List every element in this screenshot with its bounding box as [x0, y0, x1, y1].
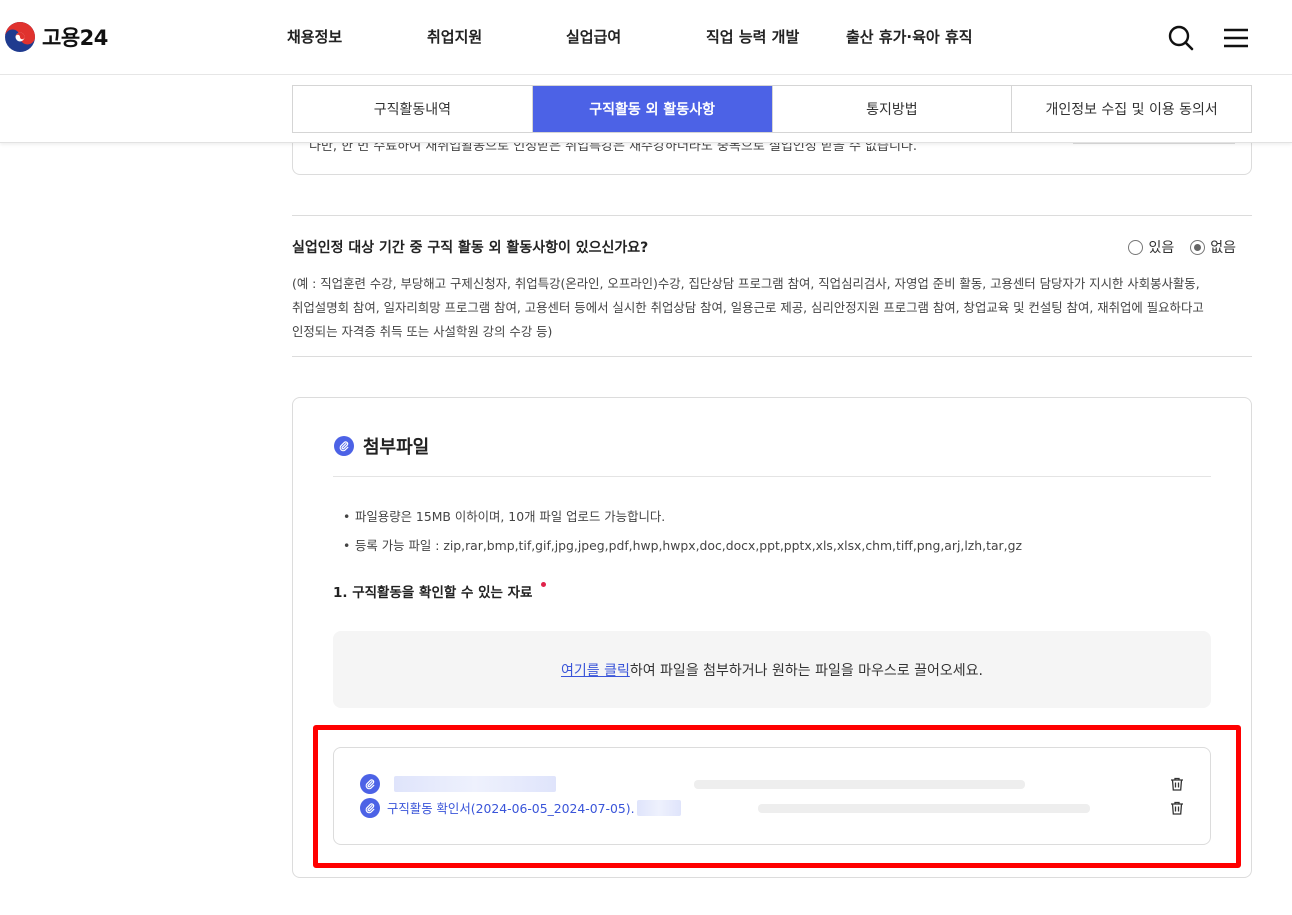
- paperclip-icon: [360, 774, 380, 794]
- redacted-filename: [636, 800, 681, 816]
- taegeuk-logo-icon: [5, 22, 35, 52]
- attachment-card: 첨부파일 • 파일용량은 15MB 이하이며, 10개 파일 업로드 가능합니다.…: [292, 397, 1252, 878]
- note-text: 파일용량은 15MB 이하이며, 10개 파일 업로드 가능합니다.: [355, 509, 666, 524]
- radio-no-indicator[interactable]: [1190, 239, 1206, 255]
- redacted-filename: [394, 776, 556, 792]
- description-line: 인정되는 자격증 취득 또는 사설학원 강의 수강 등): [292, 324, 553, 339]
- hamburger-menu-icon[interactable]: [1221, 23, 1251, 53]
- tab-notification-method[interactable]: 통지방법: [773, 86, 1013, 132]
- attachment-title: 첨부파일: [363, 437, 430, 458]
- divider: [333, 476, 1211, 477]
- other-activity-question: 실업인정 대상 기간 중 구직 활동 외 활동사항이 있으신가요? 있음 없음 …: [292, 215, 1252, 357]
- activity-radio-group: 있음 없음: [1128, 237, 1236, 257]
- tab-bar: 구직활동내역 구직활동 외 활동사항 통지방법 개인정보 수집 및 이용 동의서: [0, 75, 1292, 143]
- logo-text: 고용24: [42, 26, 108, 50]
- tab-list: 구직활동내역 구직활동 외 활동사항 통지방법 개인정보 수집 및 이용 동의서: [292, 85, 1252, 133]
- tab-job-search-history[interactable]: 구직활동내역: [293, 86, 533, 132]
- redacted-file-info: [694, 780, 1025, 789]
- site-logo[interactable]: 고용24: [4, 21, 108, 53]
- global-header: 고용24 채용정보 취업지원 실업급여 직업 능력 개발 출산 휴가·육아 휴직: [0, 0, 1292, 75]
- attachment-header: 첨부파일: [334, 433, 429, 459]
- radio-yes[interactable]: 있음: [1128, 237, 1174, 257]
- file-name[interactable]: 구직활동 확인서(2024-06-05_2024-07-05).: [387, 799, 635, 817]
- search-icon[interactable]: [1166, 23, 1196, 53]
- radio-yes-label: 있음: [1148, 240, 1175, 256]
- note-item: • 파일용량은 15MB 이하이며, 10개 파일 업로드 가능합니다.: [343, 509, 666, 524]
- radio-no-label: 없음: [1210, 240, 1236, 256]
- trash-icon[interactable]: [1169, 776, 1185, 792]
- radio-no[interactable]: 없음: [1190, 237, 1236, 257]
- note-text: 등록 가능 파일 : zip,rar,bmp,tif,gif,jpg,jpeg,…: [355, 538, 1022, 553]
- paperclip-icon: [334, 436, 354, 456]
- menu-item-employment-support[interactable]: 취업지원: [427, 26, 482, 47]
- redacted-file-info: [758, 804, 1090, 813]
- drop-zone-text: 하여 파일을 첨부하거나 원하는 파일을 마우스로 끌어오세요.: [629, 662, 983, 679]
- required-indicator: [541, 582, 547, 587]
- menu-item-unemployment-benefit[interactable]: 실업급여: [566, 26, 621, 47]
- uploaded-file-list: 구직활동 확인서(2024-06-05_2024-07-05).: [333, 747, 1211, 845]
- question-title: 실업인정 대상 기간 중 구직 활동 외 활동사항이 있으신가요?: [292, 240, 649, 256]
- menu-item-skill-development[interactable]: 직업 능력 개발: [706, 26, 799, 47]
- tab-other-activities[interactable]: 구직활동 외 활동사항: [532, 86, 773, 132]
- file-drop-zone[interactable]: 여기를 클릭 하여 파일을 첨부하거나 원하는 파일을 마우스로 끌어오세요.: [333, 631, 1211, 708]
- radio-yes-indicator[interactable]: [1128, 239, 1144, 255]
- click-here-link[interactable]: 여기를 클릭: [561, 660, 630, 680]
- tab-privacy-consent[interactable]: 개인정보 수집 및 이용 동의서: [1012, 86, 1251, 132]
- paperclip-icon: [360, 798, 380, 818]
- description-line: (예 : 직업훈련 수강, 부당해고 구제신청자, 취업특강(온라인, 오프라인…: [292, 276, 1200, 291]
- required-file-label-text: 1. 구직활동을 확인할 수 있는 자료: [333, 585, 533, 601]
- menu-item-parental-leave[interactable]: 출산 휴가·육아 휴직: [846, 26, 973, 47]
- note-item: • 등록 가능 파일 : zip,rar,bmp,tif,gif,jpg,jpeg…: [343, 538, 1022, 553]
- trash-icon[interactable]: [1169, 800, 1185, 816]
- menu-item-jobs[interactable]: 채용정보: [287, 26, 342, 47]
- file-item: 구직활동 확인서(2024-06-05_2024-07-05).: [360, 798, 681, 818]
- question-description: (예 : 직업훈련 수강, 부당해고 구제신청자, 취업특강(온라인, 오프라인…: [292, 272, 1252, 344]
- description-line: 취업설명회 참여, 일자리희망 프로그램 참여, 고용센터 등에서 실시한 취업…: [292, 300, 1204, 315]
- attachment-notes: • 파일용량은 15MB 이하이며, 10개 파일 업로드 가능합니다. • 등록 …: [343, 502, 1022, 560]
- file-item: [360, 774, 556, 794]
- required-file-label: 1. 구직활동을 확인할 수 있는 자료: [333, 581, 547, 601]
